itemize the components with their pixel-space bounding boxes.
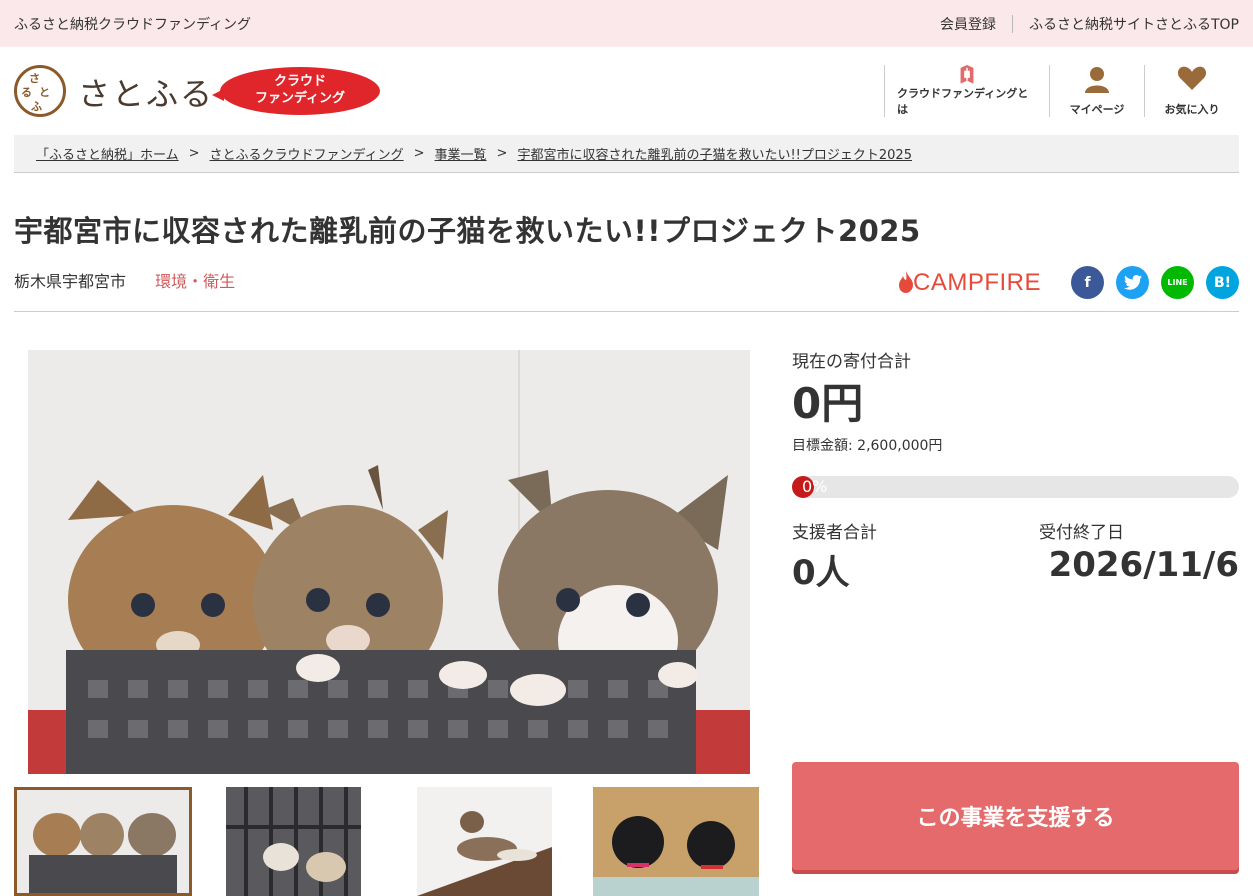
divider — [1011, 14, 1013, 33]
page-title: 宇都宮市に収容された離乳前の子猫を救いたい!!プロジェクト2025 — [14, 214, 921, 248]
register-link[interactable]: 会員登録 — [940, 14, 996, 34]
goal-amount: 目標金額: 2,600,000円 — [792, 438, 943, 454]
section-divider — [14, 311, 1239, 312]
kittens-photo — [28, 350, 750, 774]
logo-text[interactable]: さとふる — [78, 69, 214, 115]
thumbnail-image — [17, 790, 189, 893]
breadcrumb-home[interactable]: 「ふるさと納税」ホーム — [36, 144, 179, 163]
top-bar: ふるさと納税クラウドファンディング 会員登録 ふるさと納税サイトさとふるTOP — [0, 0, 1253, 47]
category-link[interactable]: 環境・衛生 — [155, 272, 235, 291]
share-bar: CAMPFIRE f LINE B! — [898, 266, 1239, 299]
top-links: 会員登録 ふるさと納税サイトさとふるTOP — [940, 14, 1239, 34]
city-name: 栃木県宇都宮市 — [14, 272, 127, 291]
nav-mypage[interactable]: マイページ — [1049, 65, 1144, 117]
thumbnail-image — [226, 787, 361, 896]
campfire-text: CAMPFIRE — [912, 268, 1041, 296]
facebook-icon: f — [1084, 274, 1091, 291]
breadcrumb-crowdfunding[interactable]: さとふるクラウドファンディング — [210, 144, 404, 163]
progress-percent: 0% — [802, 477, 828, 496]
campfire-logo[interactable]: CAMPFIRE — [898, 268, 1041, 297]
hatena-share-button[interactable]: B! — [1206, 266, 1239, 299]
supporters-value: 0人 — [792, 553, 850, 593]
twitter-share-button[interactable] — [1116, 266, 1149, 299]
support-button[interactable]: この事業を支援する — [792, 762, 1239, 870]
breadcrumb-current[interactable]: 宇都宮市に収容された離乳前の子猫を救いたい!!プロジェクト2025 — [517, 144, 912, 163]
deadline-label: 受付終了日 — [1039, 523, 1124, 543]
total-value: 0円 — [792, 379, 864, 428]
nav-favorites[interactable]: お気に入り — [1144, 65, 1239, 117]
thumbnail-strip — [14, 787, 759, 896]
line-icon: LINE — [1167, 278, 1188, 287]
nav-label: クラウドファンディングとは — [897, 87, 1029, 116]
site-title: ふるさと納税クラウドファンディング — [14, 16, 252, 33]
project-main-image[interactable] — [28, 350, 750, 774]
supporters-label: 支援者合計 — [792, 523, 877, 543]
header: さ る と ふ さとふる クラウド ファンディング クラウドファンディングとは … — [0, 47, 1253, 135]
badge-line2: ファンディング — [254, 91, 346, 106]
deadline-value: 2026/11/6 — [1048, 545, 1239, 585]
nav-label: マイページ — [1069, 103, 1125, 116]
badge-line1: クラウド — [273, 74, 326, 89]
thumbnail-1[interactable] — [14, 787, 192, 896]
book-icon — [960, 65, 974, 84]
nav-about-crowdfunding[interactable]: クラウドファンディングとは — [884, 65, 1049, 117]
satofull-top-link[interactable]: ふるさと納税サイトさとふるTOP — [1029, 14, 1239, 34]
crowdfunding-badge[interactable]: クラウド ファンディング — [212, 67, 380, 115]
thumbnail-3[interactable] — [417, 787, 552, 896]
breadcrumb-projects[interactable]: 事業一覧 — [435, 144, 487, 163]
breadcrumb-separator: > — [496, 146, 508, 161]
header-nav: クラウドファンディングとは マイページ お気に入り — [884, 65, 1239, 117]
satofull-logo-icon[interactable]: さ る と ふ — [14, 65, 66, 117]
breadcrumb: 「ふるさと納税」ホーム > さとふるクラウドファンディング > 事業一覧 > 宇… — [14, 135, 1239, 173]
facebook-share-button[interactable]: f — [1071, 266, 1104, 299]
thumbnail-2[interactable] — [226, 787, 361, 896]
nav-label: お気に入り — [1164, 103, 1220, 116]
hatena-icon: B! — [1213, 274, 1232, 291]
progress-bar: 0% — [792, 476, 1239, 498]
flame-icon — [898, 270, 913, 293]
twitter-icon — [1123, 275, 1142, 290]
thumbnail-image — [593, 787, 759, 896]
breadcrumb-separator: > — [413, 146, 425, 161]
project-meta: 栃木県宇都宮市 環境・衛生 — [14, 268, 235, 292]
line-share-button[interactable]: LINE — [1161, 266, 1194, 299]
heart-icon — [1177, 66, 1207, 90]
thumbnail-image — [417, 787, 552, 896]
person-icon — [1085, 67, 1109, 93]
thumbnail-4[interactable] — [593, 787, 759, 896]
total-label: 現在の寄付合計 — [792, 352, 911, 372]
breadcrumb-separator: > — [188, 146, 200, 161]
